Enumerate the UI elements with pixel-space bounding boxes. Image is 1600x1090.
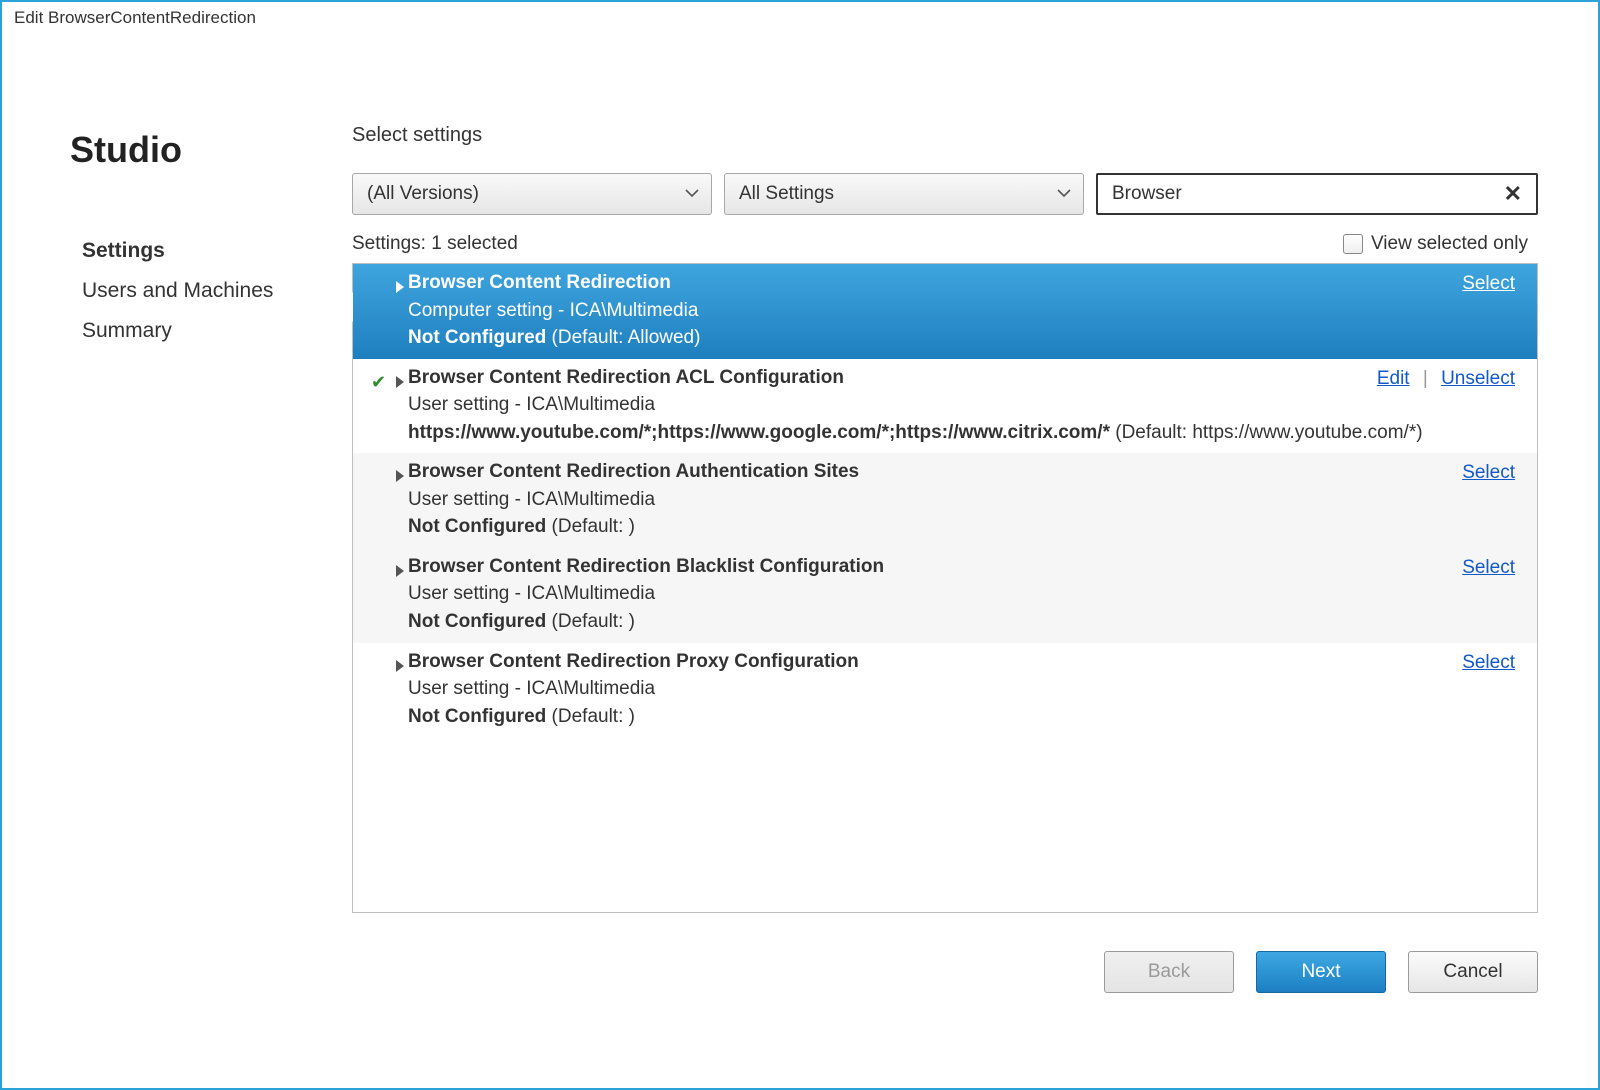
setting-status: https://www.youtube.com/*;https://www.go… xyxy=(408,419,1515,447)
main-panel: Select settings (All Versions) All Setti… xyxy=(352,124,1538,1048)
setting-row[interactable]: Select Browser Content Redirection Compu… xyxy=(353,264,1537,359)
setting-title: Browser Content Redirection xyxy=(408,269,1515,297)
next-button[interactable]: Next xyxy=(1256,951,1386,993)
search-input[interactable] xyxy=(1112,183,1500,205)
workspace: Studio Settings Users and Machines Summa… xyxy=(2,34,1598,1088)
expand-icon[interactable] xyxy=(395,370,405,398)
unselect-link[interactable]: Unselect xyxy=(1441,368,1515,389)
select-link[interactable]: Select xyxy=(1462,652,1515,673)
setting-row[interactable]: Select Browser Content Redirection Authe… xyxy=(353,453,1537,548)
setting-subtitle: User setting - ICA\Multimedia xyxy=(408,486,1515,514)
setting-row[interactable]: ✔ Edit | Unselect Browser Content Redire… xyxy=(353,359,1537,454)
select-link[interactable]: Select xyxy=(1462,462,1515,483)
select-link[interactable]: Select xyxy=(1462,273,1515,294)
expand-icon[interactable] xyxy=(395,559,405,587)
expand-icon[interactable] xyxy=(395,275,405,303)
setting-title: Browser Content Redirection Proxy Config… xyxy=(408,648,1515,676)
setting-status: Not Configured (Default: ) xyxy=(408,703,1515,731)
edit-link[interactable]: Edit xyxy=(1377,368,1410,389)
sidebar: Studio Settings Users and Machines Summa… xyxy=(52,124,352,1048)
view-selected-only-label: View selected only xyxy=(1371,233,1528,254)
sidebar-item-summary[interactable]: Summary xyxy=(82,311,352,351)
section-title: Select settings xyxy=(352,124,1538,147)
select-link[interactable]: Select xyxy=(1462,557,1515,578)
setting-subtitle: User setting - ICA\Multimedia xyxy=(408,580,1515,608)
setting-status: Not Configured (Default: Allowed) xyxy=(408,324,1515,352)
window-title: Edit BrowserContentRedirection xyxy=(2,0,1598,34)
search-box[interactable]: ✕ xyxy=(1096,173,1538,215)
setting-subtitle: User setting - ICA\Multimedia xyxy=(408,391,1515,419)
checkmark-icon: ✔ xyxy=(371,369,386,395)
expand-icon[interactable] xyxy=(395,654,405,682)
cancel-button[interactable]: Cancel xyxy=(1408,951,1538,993)
version-dropdown[interactable]: (All Versions) xyxy=(352,173,712,215)
setting-row[interactable]: Select Browser Content Redirection Proxy… xyxy=(353,643,1537,738)
view-selected-only-toggle[interactable]: View selected only xyxy=(1343,233,1528,255)
action-divider: | xyxy=(1423,368,1428,389)
settings-count-row: Settings: 1 selected View selected only xyxy=(352,233,1538,255)
expand-icon[interactable] xyxy=(395,464,405,492)
settings-count-value: 1 selected xyxy=(431,233,518,254)
chevron-down-icon xyxy=(685,183,699,205)
checkbox-icon xyxy=(1343,234,1363,254)
wizard-footer: Back Next Cancel xyxy=(352,951,1538,993)
back-button[interactable]: Back xyxy=(1104,951,1234,993)
setting-status: Not Configured (Default: ) xyxy=(408,513,1515,541)
filter-bar: (All Versions) All Settings ✕ xyxy=(352,173,1538,215)
sidebar-item-settings[interactable]: Settings xyxy=(82,231,352,271)
sidebar-item-users-and-machines[interactable]: Users and Machines xyxy=(82,271,352,311)
settings-list: Select Browser Content Redirection Compu… xyxy=(352,263,1538,913)
scope-dropdown[interactable]: All Settings xyxy=(724,173,1084,215)
version-dropdown-value: (All Versions) xyxy=(367,183,479,205)
setting-status: Not Configured (Default: ) xyxy=(408,608,1515,636)
clear-search-icon[interactable]: ✕ xyxy=(1500,181,1526,207)
setting-title: Browser Content Redirection Authenticati… xyxy=(408,458,1515,486)
setting-subtitle: User setting - ICA\Multimedia xyxy=(408,675,1515,703)
setting-title: Browser Content Redirection ACL Configur… xyxy=(408,364,1515,392)
chevron-down-icon xyxy=(1057,183,1071,205)
settings-count-label: Settings: xyxy=(352,233,426,254)
brand-title: Studio xyxy=(70,129,352,171)
sidebar-nav: Settings Users and Machines Summary xyxy=(82,231,352,351)
setting-title: Browser Content Redirection Blacklist Co… xyxy=(408,553,1515,581)
setting-row[interactable]: Select Browser Content Redirection Black… xyxy=(353,548,1537,643)
scope-dropdown-value: All Settings xyxy=(739,183,834,205)
setting-subtitle: Computer setting - ICA\Multimedia xyxy=(408,297,1515,325)
